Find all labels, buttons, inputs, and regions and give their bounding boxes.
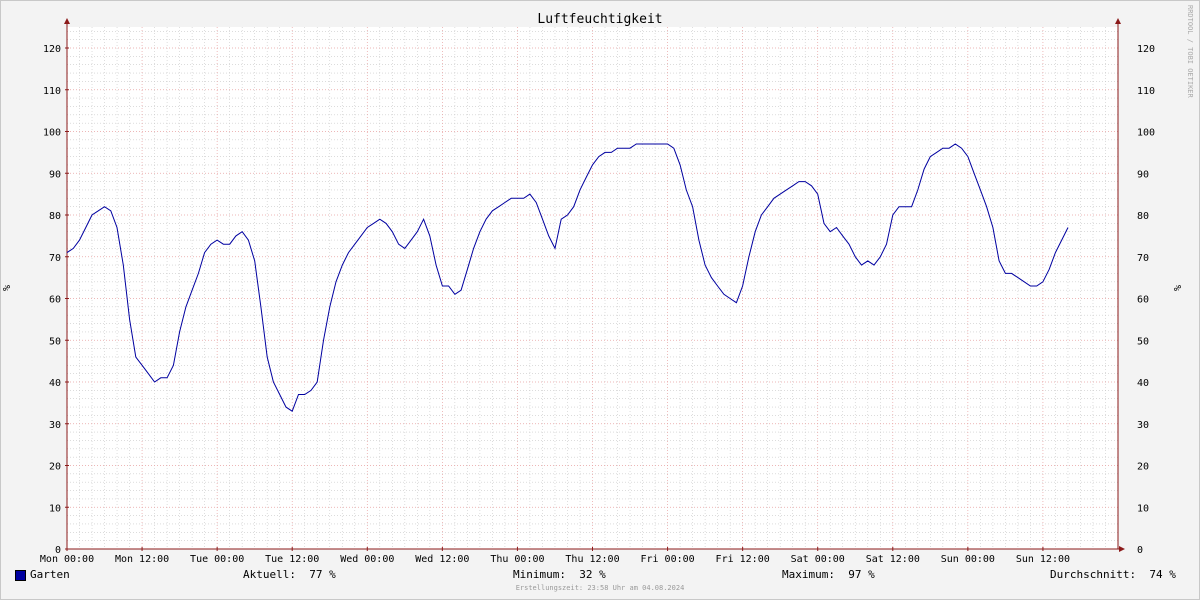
x-tick-label: Thu 12:00 [565,554,619,565]
y-tick-label-left: 60 [49,295,61,306]
y-tick-label-right: 20 [1137,462,1149,473]
creation-time-footer: Erstellungszeit: 23:58 Uhr am 04.08.2024 [515,584,685,592]
x-tick-label: Wed 12:00 [415,554,469,565]
y-tick-label-right: 10 [1137,503,1149,514]
legend-current: Aktuell: 77 % [243,568,336,581]
x-tick-label: Tue 00:00 [190,554,244,565]
legend-average: Durchschnitt: 74 % [1050,568,1176,581]
x-tick-label: Sat 00:00 [791,554,845,565]
x-tick-label: Tue 12:00 [265,554,319,565]
legend-current-value: 77 % [309,568,336,581]
legend-maximum-value: 97 % [848,568,875,581]
legend-minimum-label: Minimum: [513,568,566,581]
y-tick-label-left: 10 [49,503,61,514]
legend-minimum-value: 32 % [579,568,606,581]
y-tick-label-right: 120 [1137,44,1155,55]
y-tick-label-right: 80 [1137,211,1149,222]
legend-maximum: Maximum: 97 % [782,568,875,581]
x-tick-labels: Mon 00:00 Mon 12:00 Tue 00:00 Tue 12:00 Wed … [40,554,1070,565]
y-tick-label-right: 50 [1137,336,1149,347]
legend-current-label: Aktuell: [243,568,296,581]
x-tick-label: Thu 00:00 [490,554,544,565]
legend-maximum-label: Maximum: [782,568,835,581]
humidity-chart: 0 10 20 30 40 50 60 70 80 90 100 110 120 0 10 20 30 40 50… [2,12,1184,565]
y-tick-label-left: 20 [49,462,61,473]
legend-minimum: Minimum: 32 % [513,568,606,581]
watermark: RRDTOOL / TOBI OETIKER [1186,5,1194,98]
x-tick-label: Mon 12:00 [115,554,169,565]
x-tick-label: Mon 00:00 [40,554,94,565]
y-tick-label-left: 120 [43,44,61,55]
y-tick-label-left: 70 [49,253,61,264]
y-axis-arrow-left [64,18,70,24]
y-tick-label-left: 40 [49,378,61,389]
legend-color-swatch [15,570,26,581]
y-tick-label-right: 0 [1137,545,1143,556]
y-tick-label-right: 40 [1137,378,1149,389]
y-tick-label-left: 30 [49,420,61,431]
x-tick-label: Sat 12:00 [866,554,920,565]
y-tick-labels-left: 0102030405060708090100110120 [43,44,61,556]
y-tick-label-left: 110 [43,86,61,97]
y-axis-arrow-right [1115,18,1121,24]
x-tick-label: Fri 12:00 [716,554,770,565]
x-tick-label: Sun 12:00 [1016,554,1070,565]
x-tick-label: Fri 00:00 [640,554,694,565]
y-tick-label-right: 60 [1137,295,1149,306]
y-tick-label-left: 100 [43,128,61,139]
y-tick-label-right: 90 [1137,169,1149,180]
y-tick-label-right: 30 [1137,420,1149,431]
y-axis-label-right: % [1173,285,1184,291]
x-tick-label: Wed 00:00 [340,554,394,565]
y-axis-label-left: % [2,285,13,291]
y-tick-label-right: 70 [1137,253,1149,264]
legend-average-value: 74 % [1149,568,1176,581]
y-tick-label-right: 100 [1137,128,1155,139]
chart-title: Luftfeuchtigkeit [537,12,662,27]
x-tick-label: Sun 00:00 [941,554,995,565]
y-tick-label-left: 80 [49,211,61,222]
y-tick-labels-right: 0 10 20 30 40 50 60 70 80 90 100 110 120 [1137,44,1155,556]
x-axis-arrow [1119,546,1125,552]
y-tick-label-left: 50 [49,336,61,347]
y-tick-label-left: 90 [49,169,61,180]
legend-average-label: Durchschnitt: [1050,568,1137,581]
y-tick-label-right: 110 [1137,86,1155,97]
legend-series-name: Garten [30,568,70,581]
